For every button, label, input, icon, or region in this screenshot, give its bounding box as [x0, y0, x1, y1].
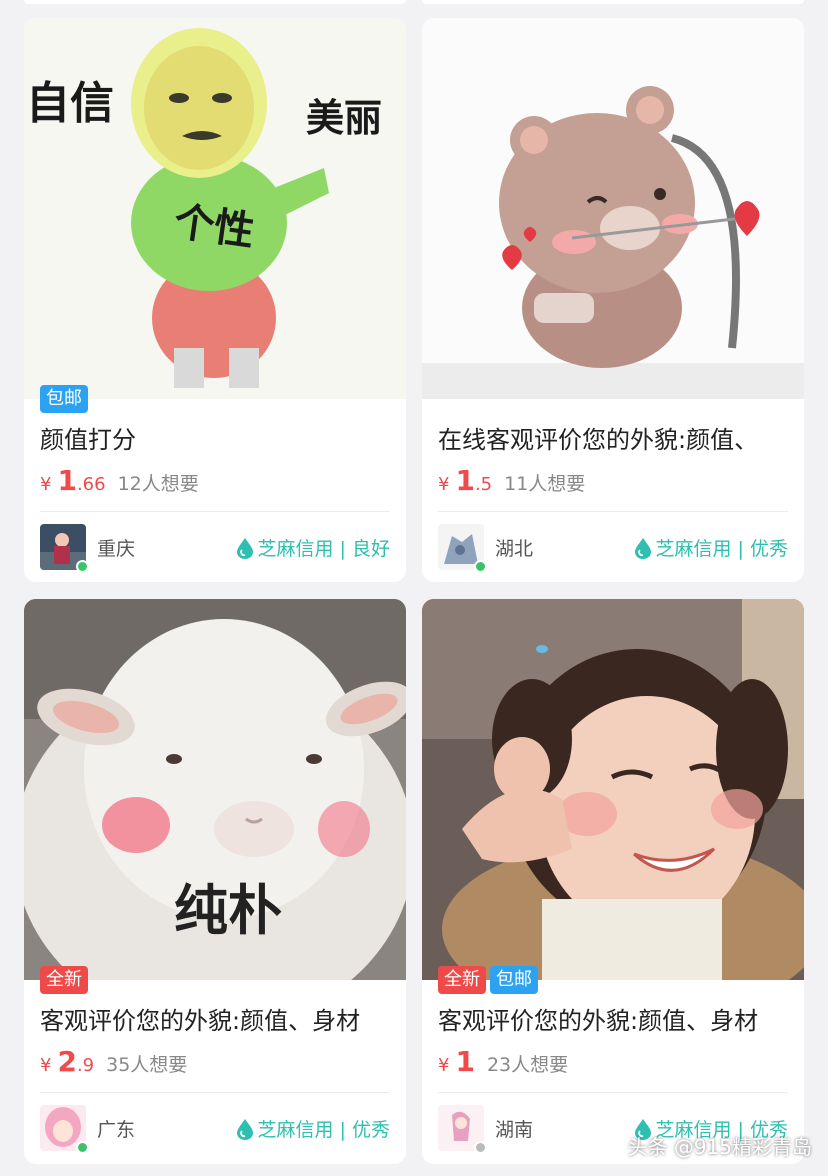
online-status-dot [474, 560, 487, 573]
divider [438, 1092, 788, 1093]
svg-text:自信: 自信 [26, 78, 114, 129]
price-integer: 2 [57, 1045, 77, 1078]
product-image-girl[interactable] [422, 599, 804, 980]
brand-new-tag: 全新 [438, 966, 486, 994]
currency-symbol: ¥ [40, 474, 52, 495]
divider [40, 511, 390, 512]
sesame-credit[interactable]: 芝麻信用 | 优秀 [236, 1115, 390, 1142]
price-integer: 1 [57, 464, 77, 497]
svg-text:纯朴: 纯朴 [174, 879, 282, 942]
want-count: 11人想要 [504, 473, 586, 495]
previous-card-edge [24, 0, 406, 4]
product-title[interactable]: 颜值打分 [40, 420, 396, 460]
product-card[interactable]: 纯朴 全新 客观评价您的外貌:颜值、身材 ¥ 2 .9 35人想要 广东 芝麻信… [24, 599, 406, 1164]
product-image-bear[interactable] [422, 18, 804, 399]
seller-region: 广东 [97, 1119, 136, 1141]
water-drop-icon [634, 537, 651, 559]
price-row: ¥ 1 23人想要 [438, 1045, 568, 1085]
seller-region: 重庆 [97, 538, 136, 560]
watermark: 头条 @915精彩青岛 [627, 1135, 812, 1159]
sesame-credit[interactable]: 芝麻信用 | 优秀 [634, 534, 788, 561]
want-count: 23人想要 [486, 1054, 569, 1076]
online-status-dot [76, 1141, 89, 1154]
credit-label: 芝麻信用 | 优秀 [257, 1119, 390, 1141]
price-row: ¥ 2 .9 35人想要 [40, 1045, 187, 1085]
price-decimal: .5 [474, 474, 493, 495]
divider [40, 1092, 390, 1093]
free-shipping-tag: 包邮 [490, 966, 538, 994]
meme-man-illustration: 自信 美丽 个性 [24, 18, 406, 399]
seller-row[interactable]: 湖北 芝麻信用 | 优秀 [438, 522, 788, 573]
price-integer: 1 [455, 464, 475, 497]
seller-region: 湖北 [495, 538, 534, 560]
water-drop-icon [236, 537, 253, 559]
price-decimal: .66 [76, 474, 106, 495]
product-image-sheep[interactable]: 纯朴 [24, 599, 406, 980]
tag-list: 全新 包邮 [438, 966, 538, 994]
currency-symbol: ¥ [40, 1055, 52, 1076]
price-decimal: .9 [76, 1055, 95, 1076]
currency-symbol: ¥ [438, 1055, 450, 1076]
sesame-credit[interactable]: 芝麻信用 | 良好 [236, 534, 390, 561]
product-title[interactable]: 客观评价您的外貌:颜值、身材 [40, 1001, 396, 1041]
brand-new-tag: 全新 [40, 966, 88, 994]
seller-row[interactable]: 广东 芝麻信用 | 优秀 [40, 1103, 390, 1154]
online-status-dot [474, 1141, 487, 1154]
seller-row[interactable]: 重庆 芝麻信用 | 良好 [40, 522, 390, 573]
product-title[interactable]: 在线客观评价您的外貌:颜值、 [438, 420, 794, 460]
product-card[interactable]: 在线客观评价您的外貌:颜值、 ¥ 1 .5 11人想要 湖北 芝麻信用 | 优秀 [422, 18, 804, 582]
product-card[interactable]: 全新 包邮 客观评价您的外貌:颜值、身材 ¥ 1 23人想要 湖南 芝麻信用 |… [422, 599, 804, 1164]
product-card[interactable]: 自信 美丽 个性 包邮 颜值打分 ¥ 1 .66 12人想要 重庆 芝麻信用 |… [24, 18, 406, 582]
price-integer: 1 [455, 1045, 475, 1078]
seller-region: 湖南 [495, 1119, 534, 1141]
sheep-photo: 纯朴 [24, 599, 406, 980]
currency-symbol: ¥ [438, 474, 450, 495]
product-title[interactable]: 客观评价您的外貌:颜值、身材 [438, 1001, 794, 1041]
free-shipping-tag: 包邮 [40, 385, 88, 413]
product-image-meme-man[interactable]: 自信 美丽 个性 [24, 18, 406, 399]
product-grid: 自信 美丽 个性 包邮 颜值打分 ¥ 1 .66 12人想要 重庆 芝麻信用 |… [0, 0, 828, 1176]
price-row: ¥ 1 .5 11人想要 [438, 464, 585, 504]
credit-label: 芝麻信用 | 良好 [257, 538, 390, 560]
tag-list: 全新 [40, 966, 88, 994]
water-drop-icon [236, 1118, 253, 1140]
svg-text:美丽: 美丽 [306, 96, 382, 140]
divider [438, 511, 788, 512]
want-count: 35人想要 [106, 1054, 188, 1076]
cupid-bear-illustration [422, 18, 804, 399]
tag-list: 包邮 [40, 385, 88, 413]
smiling-girl-photo [422, 599, 804, 980]
online-status-dot [76, 560, 89, 573]
want-count: 12人想要 [117, 473, 199, 495]
price-row: ¥ 1 .66 12人想要 [40, 464, 199, 504]
previous-card-edge [422, 0, 804, 4]
credit-label: 芝麻信用 | 优秀 [655, 538, 788, 560]
